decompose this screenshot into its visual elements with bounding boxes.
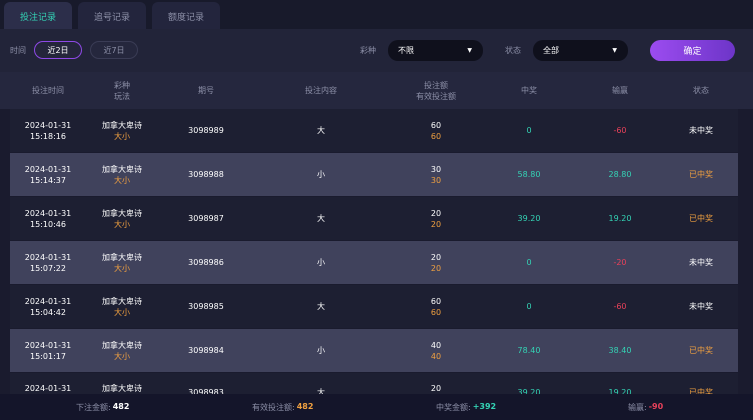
bet-amount: 60 60 (430, 120, 442, 141)
table-row[interactable]: 2024-01-31 15:04:42 加拿大卑诗 大小 3098985 大 60 6… (10, 285, 738, 328)
win-amount: 0 (526, 126, 532, 135)
win-amount: 58.80 (517, 170, 541, 179)
table-row[interactable]: 2024-01-31 15:10:46 加拿大卑诗 大小 3098987 大 20 2… (10, 197, 738, 240)
status-text: 未中奖 (689, 126, 713, 135)
profit-amount: 19.20 (608, 388, 632, 394)
bet-content: 大 (317, 126, 325, 135)
bet-content: 小 (317, 170, 325, 179)
tab-bet-records[interactable]: 投注记录 (4, 2, 72, 31)
record-tabs: 投注记录 追号记录 额度记录 (0, 0, 753, 31)
col-game: 彩种 玩法 (114, 80, 130, 101)
col-profit: 输赢 (612, 86, 628, 95)
profit-amount: 19.20 (608, 214, 632, 223)
bet-content: 小 (317, 258, 325, 267)
bet-time: 2024-01-31 15:18:16 (24, 120, 72, 141)
profit-amount: -60 (613, 302, 627, 311)
table-row[interactable]: 2024-01-31 15:07:22 加拿大卑诗 大小 3098986 小 20 2… (10, 241, 738, 284)
issue-number: 3098983 (188, 388, 224, 394)
col-content: 投注内容 (305, 86, 337, 95)
lottery-label: 彩种 (360, 46, 376, 55)
issue-number: 3098987 (188, 214, 224, 223)
col-issue: 期号 (198, 86, 214, 95)
game-play: 加拿大卑诗 大小 (102, 208, 142, 229)
issue-number: 3098985 (188, 302, 224, 311)
status-text: 已中奖 (689, 388, 713, 394)
col-status: 状态 (693, 86, 709, 95)
col-win: 中奖 (521, 86, 537, 95)
bet-time: 2024-01-31 15:10:46 (24, 208, 72, 229)
game-play: 加拿大卑诗 (102, 384, 142, 393)
win-amount: 0 (526, 302, 532, 311)
bet-content: 大 (317, 302, 325, 311)
status-text: 已中奖 (689, 170, 713, 179)
valid-total: 有效投注额: 482 (252, 402, 314, 412)
table-row[interactable]: 2024-01-31 15:01:17 加拿大卑诗 大小 3098984 小 40 4… (10, 329, 738, 372)
bet-time: 2024-01-31 15:07:22 (24, 252, 72, 273)
table-row[interactable]: 2024-01-31 加拿大卑诗 3098983 大 20 39.20 19.2… (10, 373, 738, 394)
win-amount: 39.20 (517, 388, 541, 394)
profit-total: 输赢: -90 (628, 402, 664, 412)
issue-number: 3098986 (188, 258, 224, 267)
status-label: 状态 (505, 46, 521, 55)
tab-quota-records[interactable]: 额度记录 (152, 2, 220, 31)
time-option-2-days[interactable]: 近2日 (34, 41, 82, 59)
profit-amount: 38.40 (608, 346, 632, 355)
profit-amount: -20 (613, 258, 627, 267)
status-text: 未中奖 (689, 302, 713, 311)
game-play: 加拿大卑诗 大小 (102, 120, 142, 141)
status-select[interactable]: 全部 ▼ (533, 40, 628, 61)
win-amount: 39.20 (517, 214, 541, 223)
chevron-down-icon: ▼ (467, 47, 472, 54)
bet-amount: 20 20 (430, 252, 442, 273)
win-total: 中奖金额: +392 (436, 402, 497, 412)
bet-time: 2024-01-31 15:01:17 (24, 340, 72, 361)
chevron-down-icon: ▼ (612, 47, 617, 54)
bet-content: 大 (317, 388, 325, 394)
confirm-button[interactable]: 确定 (650, 40, 735, 61)
table-header: 投注时间 彩种 玩法 期号 投注内容 投注额 有效投注额 中奖 输赢 状态 (0, 72, 753, 109)
status-text: 已中奖 (689, 214, 713, 223)
game-play: 加拿大卑诗 大小 (102, 252, 142, 273)
bet-amount: 60 60 (430, 296, 442, 317)
col-amount: 投注额 有效投注额 (416, 80, 456, 101)
profit-amount: 28.80 (608, 170, 632, 179)
game-play: 加拿大卑诗 大小 (102, 340, 142, 361)
bet-time: 2024-01-31 (24, 384, 72, 393)
issue-number: 3098984 (188, 346, 224, 355)
bet-time: 2024-01-31 15:14:37 (24, 164, 72, 185)
status-text: 未中奖 (689, 258, 713, 267)
win-amount: 0 (526, 258, 532, 267)
table-row[interactable]: 2024-01-31 15:14:37 加拿大卑诗 大小 3098988 小 30 3… (10, 153, 738, 196)
issue-number: 3098988 (188, 170, 224, 179)
status-select-value: 全部 (543, 46, 559, 55)
summary-footer: 下注金额: 482 有效投注额: 482 中奖金额: +392 输赢: -90 (0, 394, 753, 420)
tab-chase-records[interactable]: 追号记录 (78, 2, 146, 31)
status-text: 已中奖 (689, 346, 713, 355)
win-amount: 78.40 (517, 346, 541, 355)
bet-time: 2024-01-31 15:04:42 (24, 296, 72, 317)
bet-amount: 30 30 (430, 164, 442, 185)
bet-amount: 40 40 (430, 340, 442, 361)
bet-amount: 20 20 (430, 208, 442, 229)
time-label: 时间 (10, 46, 26, 55)
lottery-select-value: 不限 (398, 46, 414, 55)
lottery-select[interactable]: 不限 ▼ (388, 40, 483, 61)
profit-amount: -60 (613, 126, 627, 135)
game-play: 加拿大卑诗 大小 (102, 296, 142, 317)
bet-content: 小 (317, 346, 325, 355)
time-option-7-days[interactable]: 近7日 (90, 41, 138, 59)
table-row[interactable]: 2024-01-31 15:18:16 加拿大卑诗 大小 3098989 大 60 6… (10, 109, 738, 152)
game-play: 加拿大卑诗 大小 (102, 164, 142, 185)
filter-bar: 时间 近2日 近7日 彩种 不限 ▼ 状态 全部 ▼ 确定 (0, 29, 753, 72)
issue-number: 3098989 (188, 126, 224, 135)
bet-amount: 20 (430, 384, 442, 393)
bet-total: 下注金额: 482 (76, 402, 130, 412)
bet-content: 大 (317, 214, 325, 223)
records-table: 2024-01-31 15:18:16 加拿大卑诗 大小 3098989 大 60 6… (10, 109, 738, 394)
col-time: 投注时间 (32, 86, 64, 95)
